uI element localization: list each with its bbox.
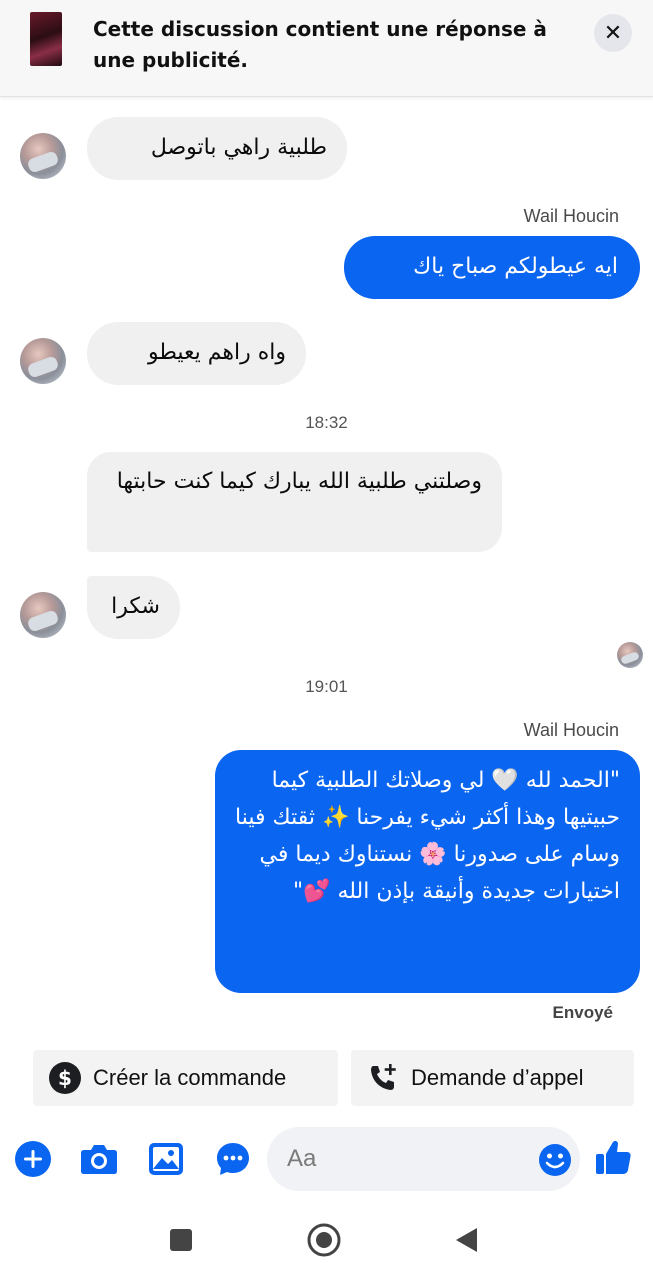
svg-text:$: $: [58, 1066, 72, 1090]
timestamp: 18:32: [305, 413, 348, 432]
emoji-icon[interactable]: [538, 1143, 571, 1176]
create-order-label: Créer la commande: [93, 1065, 287, 1090]
call-request-button[interactable]: Demande d’appel: [351, 1050, 634, 1106]
call-request-label: Demande d’appel: [411, 1065, 584, 1090]
message-input[interactable]: Aa: [267, 1127, 580, 1191]
phone-plus-icon: [367, 1062, 399, 1094]
ad-reply-banner: Cette discussion contient une réponse à …: [0, 0, 653, 97]
message-input-placeholder: Aa: [287, 1145, 317, 1172]
camera-icon[interactable]: [80, 1140, 118, 1178]
create-order-button[interactable]: $ Créer la commande: [33, 1050, 338, 1106]
sender-name: Wail Houcin: [523, 206, 619, 226]
outgoing-message: "الحمد لله 🤍 لي وصلاتك الطلبية كيما حبيت…: [215, 750, 640, 993]
banner-text: Cette discussion contient une réponse à …: [93, 17, 547, 72]
contact-avatar[interactable]: [20, 338, 66, 384]
contact-avatar[interactable]: [20, 592, 66, 638]
thumbs-up-icon[interactable]: [594, 1138, 632, 1176]
image-icon[interactable]: [147, 1140, 185, 1178]
close-icon[interactable]: ✕: [594, 14, 632, 52]
timestamp: 19:01: [305, 677, 348, 696]
outgoing-message: ايه عيطولكم صباح ياك: [344, 236, 640, 299]
ad-thumbnail[interactable]: [30, 12, 62, 66]
recent-apps-button[interactable]: [163, 1222, 199, 1258]
chat-bubble-icon[interactable]: [214, 1140, 252, 1178]
incoming-message: وصلتني طلبية الله يبارك كيما كنت حابتها: [87, 452, 502, 552]
incoming-message: طلبية راهي باتوصل: [87, 117, 347, 180]
dollar-icon: $: [49, 1062, 81, 1094]
contact-avatar[interactable]: [20, 133, 66, 179]
sender-name: Wail Houcin: [523, 720, 619, 740]
back-button[interactable]: [448, 1222, 484, 1258]
message-status: Envoyé: [552, 1003, 613, 1022]
read-receipt-avatar: [617, 642, 643, 668]
plus-icon[interactable]: [14, 1140, 52, 1178]
incoming-message: شكرا: [87, 576, 180, 639]
incoming-message: واه راهم يعيطو: [87, 322, 306, 385]
home-button[interactable]: [306, 1222, 342, 1258]
